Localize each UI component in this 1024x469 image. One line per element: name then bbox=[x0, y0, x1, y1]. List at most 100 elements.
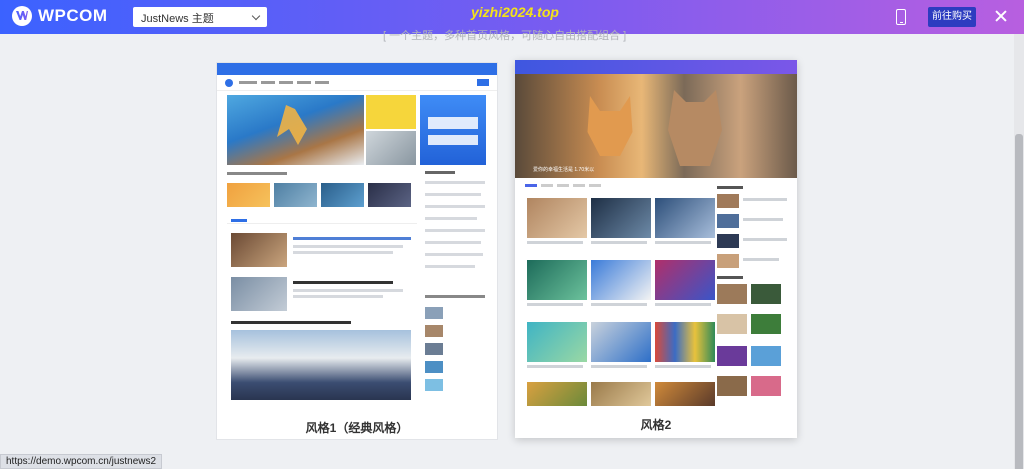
preview-grid-caption bbox=[591, 303, 647, 306]
preview-label-style-1: 风格1（经典风格） bbox=[305, 421, 409, 435]
preview-nav-item bbox=[297, 81, 311, 84]
preview-label-style-2: 风格2 bbox=[640, 418, 672, 432]
preview-sidebar-thumb bbox=[717, 284, 747, 304]
preview-hero-subject bbox=[587, 96, 633, 156]
preview-sidebar-title bbox=[717, 186, 743, 189]
preview-grid-tile bbox=[655, 198, 715, 238]
preview-nav bbox=[515, 60, 797, 74]
theme-select[interactable]: JustNews 主题 bbox=[133, 7, 267, 27]
preview-sidebar-line bbox=[425, 265, 475, 268]
preview-article-image bbox=[231, 330, 411, 400]
preview-tab-active bbox=[231, 219, 247, 222]
preview-sidebar-thumb bbox=[717, 254, 739, 268]
preview-grid-caption bbox=[527, 303, 583, 306]
preview-sidebar-thumb bbox=[751, 376, 781, 396]
preview-grid-tile bbox=[591, 198, 651, 238]
preview-sidebar-line bbox=[425, 217, 477, 220]
wpcom-logo-icon bbox=[12, 6, 32, 26]
preview-tabs bbox=[227, 223, 417, 224]
preview-topic-thumb bbox=[368, 183, 411, 207]
preview-grid-caption bbox=[527, 241, 583, 244]
preview-list-title bbox=[293, 237, 411, 240]
preview-tab bbox=[589, 184, 601, 187]
preview-banner-yellow bbox=[366, 95, 416, 129]
preview-topic-thumb bbox=[321, 183, 364, 207]
preview-sidebar-line bbox=[743, 218, 783, 221]
preview-list-text bbox=[293, 251, 393, 254]
preview-tab-active bbox=[525, 184, 537, 187]
preview-grid-tile bbox=[591, 260, 651, 300]
preview-list-thumb bbox=[231, 233, 287, 267]
preview-nav-item bbox=[239, 81, 257, 84]
preview-banner-gray bbox=[366, 131, 416, 165]
preview-grid-caption bbox=[655, 303, 711, 306]
preview-hero-subject bbox=[668, 90, 722, 166]
preview-sidebar-thumb bbox=[717, 194, 739, 208]
preview-grid-tile bbox=[527, 198, 587, 238]
preview-sidebar-thumb bbox=[425, 325, 443, 337]
preview-sidebar-thumb bbox=[717, 314, 747, 334]
preview-sidebar-title bbox=[717, 276, 743, 279]
preview-hero-image bbox=[227, 95, 364, 165]
preview-grid-tile bbox=[655, 382, 715, 406]
preview-sidebar-line bbox=[743, 238, 787, 241]
preview-sidebar-thumb bbox=[425, 343, 443, 355]
preview-sidebar-line bbox=[425, 253, 483, 256]
preview-sidebar-thumb bbox=[751, 314, 781, 334]
mobile-phone-icon[interactable] bbox=[896, 9, 906, 25]
preview-hero-image: 爱你的幸福生活是 1.70米以 bbox=[515, 74, 797, 178]
preview-sidebar-title bbox=[425, 171, 455, 174]
preview-grid-caption bbox=[591, 365, 647, 368]
page-scrollbar[interactable] bbox=[1014, 34, 1024, 469]
preview-list-text bbox=[293, 289, 403, 292]
preview-sidebar-thumb bbox=[751, 284, 781, 304]
preview-topic-thumb bbox=[227, 183, 270, 207]
preview-banner-blue bbox=[420, 95, 486, 165]
preview-sidebar-line bbox=[743, 198, 787, 201]
chevron-down-icon bbox=[251, 11, 261, 21]
preview-list-text bbox=[293, 295, 383, 298]
preview-grid-tile bbox=[527, 260, 587, 300]
preview-nav-item bbox=[261, 81, 275, 84]
preview-grid-caption bbox=[591, 241, 647, 244]
preview-nav-button bbox=[477, 79, 489, 86]
preview-grid-tile bbox=[591, 322, 651, 362]
scrollbar-thumb[interactable] bbox=[1015, 134, 1023, 469]
preview-tab bbox=[573, 184, 585, 187]
preview-sidebar-line bbox=[425, 181, 485, 184]
preview-grid-tile bbox=[655, 322, 715, 362]
preview-hero-caption: 爱你的幸福生活是 1.70米以 bbox=[533, 167, 595, 173]
preview-grid-tile bbox=[591, 382, 651, 406]
preview-list-title bbox=[293, 281, 393, 284]
preview-sidebar-thumb bbox=[425, 379, 443, 391]
preview-sidebar-line bbox=[425, 241, 481, 244]
preview-sidebar-thumb bbox=[425, 361, 443, 373]
preview-article-title bbox=[231, 321, 351, 324]
preview-sidebar-line bbox=[425, 193, 481, 196]
preview-sidebar-line bbox=[425, 229, 485, 232]
preview-section-title bbox=[227, 172, 287, 175]
preview-sidebar-thumb bbox=[717, 234, 739, 248]
preview-sidebar-thumb bbox=[717, 376, 747, 396]
close-icon[interactable] bbox=[994, 9, 1008, 23]
preview-grid-caption bbox=[655, 365, 711, 368]
preview-grid-caption bbox=[655, 241, 711, 244]
page-subtitle: [ 一个主题，多种首页风格，可随心自由搭配组合 ] bbox=[383, 30, 627, 42]
watermark-text: yizhi2024.top bbox=[471, 4, 559, 20]
logo[interactable]: WPCOM bbox=[12, 6, 108, 26]
preview-nav bbox=[217, 75, 497, 91]
preview-nav-item bbox=[279, 81, 293, 84]
preview-sidebar-thumb bbox=[425, 307, 443, 319]
preview-sidebar-thumb bbox=[717, 214, 739, 228]
preview-grid-tile bbox=[527, 322, 587, 362]
preview-sidebar-line bbox=[425, 205, 485, 208]
preview-sidebar-tabs bbox=[425, 295, 485, 298]
preview-grid-tile bbox=[655, 260, 715, 300]
buy-button[interactable]: 前往购买 bbox=[928, 7, 976, 27]
preview-card-style-2[interactable]: 爱你的幸福生活是 1.70米以 风格2 bbox=[515, 60, 797, 438]
preview-card-style-1[interactable]: 风格1（经典风格） bbox=[216, 62, 498, 440]
preview-topbar bbox=[217, 63, 497, 75]
preview-tab bbox=[557, 184, 569, 187]
preview-sidebar-thumb bbox=[717, 346, 747, 366]
preview-sidebar-thumb bbox=[751, 346, 781, 366]
